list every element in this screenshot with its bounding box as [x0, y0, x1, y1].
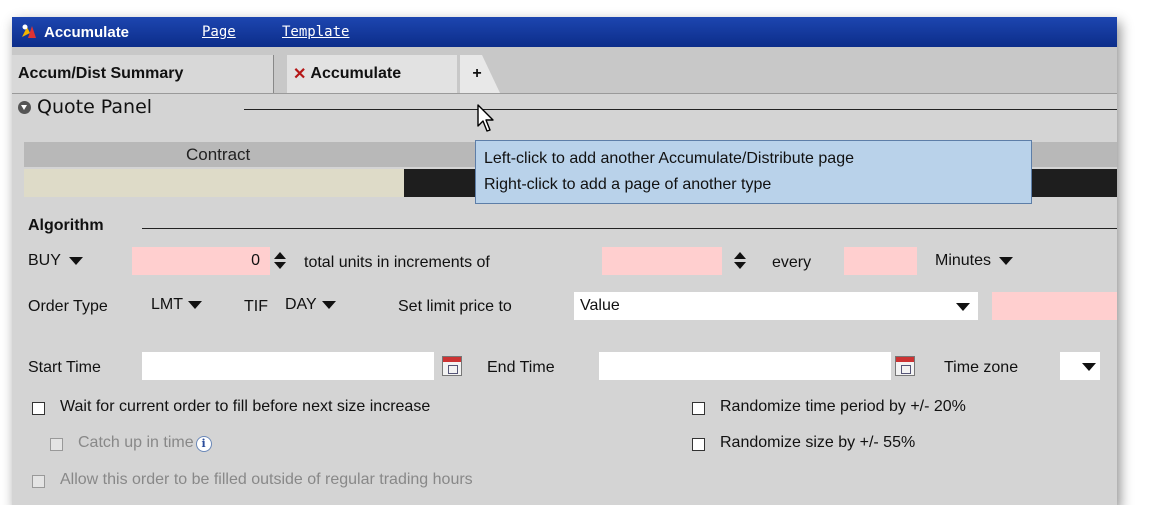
info-icon[interactable]: i — [195, 436, 212, 452]
tab-bar: Accum/Dist Summary ✕ Accumulate + — [12, 47, 1117, 94]
quote-panel-toggle[interactable]: Quote Panel — [18, 96, 152, 118]
time-zone-dropdown[interactable] — [1060, 352, 1100, 380]
start-time-label: Start Time — [28, 359, 101, 376]
add-tab-button[interactable]: + — [460, 55, 500, 93]
chevron-down-icon — [188, 301, 202, 309]
increment-input[interactable] — [602, 247, 722, 275]
randomize-size-label: Randomize size by +/- 55% — [720, 434, 916, 451]
every-label: every — [772, 254, 812, 271]
side-dropdown[interactable]: BUY — [28, 252, 83, 270]
section-divider — [244, 109, 1117, 110]
randomize-time-label: Randomize time period by +/- 20% — [720, 398, 966, 415]
chevron-down-icon — [999, 257, 1014, 265]
calendar-icon[interactable] — [442, 356, 462, 376]
time-unit-dropdown[interactable]: Minutes — [935, 252, 1014, 270]
add-tab-tooltip: Left-click to add another Accumulate/Dis… — [475, 140, 1032, 204]
plus-icon: + — [472, 65, 482, 82]
torn-edge — [0, 505, 1157, 525]
quantity-input[interactable]: 0 — [132, 247, 270, 275]
chevron-down-icon — [1082, 363, 1096, 371]
menu-page[interactable]: Page — [202, 24, 236, 40]
tab-accumulate[interactable]: ✕ Accumulate — [287, 55, 457, 93]
chevron-down-icon — [956, 303, 970, 311]
quote-panel-title: Quote Panel — [37, 96, 153, 118]
tooltip-line-1: Left-click to add another Accumulate/Dis… — [484, 150, 854, 167]
end-time-input[interactable] — [599, 352, 891, 380]
close-tab-icon[interactable]: ✕ — [293, 64, 306, 84]
tooltip-line-2: Right-click to add a page of another typ… — [484, 176, 772, 193]
wait-fill-label: Wait for current order to fill before ne… — [60, 398, 431, 415]
menu-template[interactable]: Template — [282, 24, 349, 40]
wait-fill-checkbox[interactable] — [32, 402, 45, 415]
title-bar: Accumulate Page Template — [12, 17, 1117, 47]
tab-accum-dist-summary[interactable]: Accum/Dist Summary — [12, 55, 274, 93]
mouse-cursor-icon — [477, 104, 494, 132]
start-time-input[interactable] — [142, 352, 434, 380]
time-zone-label: Time zone — [944, 359, 1019, 376]
tif-label: TIF — [244, 298, 268, 315]
chevron-down-icon — [321, 301, 336, 309]
catch-up-checkbox[interactable] — [50, 438, 63, 451]
algorithm-title: Algorithm — [28, 217, 104, 234]
section-divider — [142, 228, 1117, 229]
chevron-down-icon — [68, 257, 83, 265]
randomize-time-checkbox[interactable] — [692, 402, 705, 415]
tif-dropdown[interactable]: DAY — [285, 296, 336, 314]
calendar-icon[interactable] — [895, 356, 915, 376]
outside-rth-label: Allow this order to be filled outside of… — [60, 471, 473, 488]
limit-price-mode-dropdown[interactable]: Value — [574, 292, 978, 320]
end-time-label: End Time — [487, 359, 555, 376]
accumulate-window: Accumulate Page Template Accum/Dist Summ… — [12, 17, 1117, 507]
limit-price-label: Set limit price to — [398, 298, 512, 315]
outside-rth-checkbox[interactable] — [32, 475, 45, 488]
collapse-icon[interactable] — [18, 100, 31, 114]
order-type-dropdown[interactable]: LMT — [151, 296, 202, 314]
app-title-text: Accumulate — [44, 23, 130, 41]
limit-price-input[interactable] — [992, 292, 1117, 320]
total-units-label: total units in increments of — [304, 254, 490, 271]
app-title: Accumulate — [20, 23, 129, 41]
increment-stepper-icon[interactable] — [733, 252, 747, 270]
quantity-stepper-icon[interactable] — [273, 252, 287, 270]
tab-label: Accum/Dist Summary — [18, 65, 184, 82]
every-input[interactable] — [844, 247, 917, 275]
contract-cell[interactable] — [24, 169, 404, 197]
order-type-label: Order Type — [28, 298, 108, 315]
catch-up-label: Catch up in time i — [78, 434, 212, 452]
contract-header-label: Contract — [186, 145, 251, 164]
tab-label: Accumulate — [310, 65, 402, 82]
app-logo-icon — [22, 24, 36, 38]
randomize-size-checkbox[interactable] — [692, 438, 705, 451]
